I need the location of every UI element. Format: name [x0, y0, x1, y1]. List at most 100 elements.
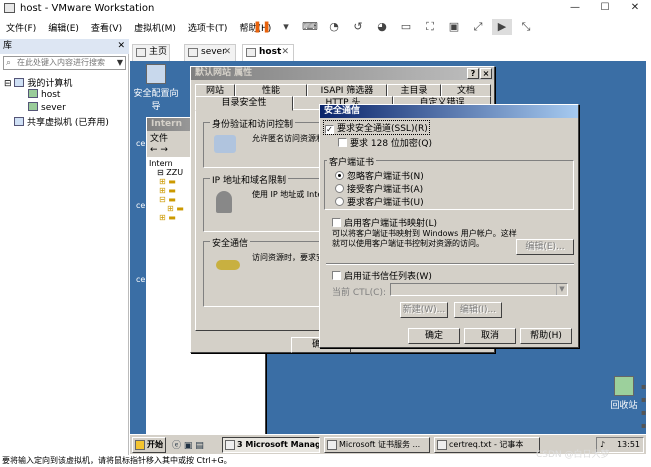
secure-comm-group-label: 安全通信: [210, 236, 251, 249]
pause-icon[interactable]: ❚❚: [252, 19, 272, 35]
radio-require-cert[interactable]: 要求客户端证书(U): [335, 195, 424, 208]
guest-desktop[interactable]: 安全配置向导 cer cer cer 回收站 Intern 文件 ← → Int…: [130, 61, 646, 454]
cancel-button[interactable]: 取消: [464, 328, 516, 344]
radio[interactable]: [335, 184, 344, 193]
vm-icon: [188, 48, 198, 57]
show-desktop-icon[interactable]: ▣: [184, 441, 193, 451]
recycle-bin-shortcut[interactable]: 回收站: [602, 376, 646, 411]
library-title: 库: [3, 41, 13, 51]
help-icon[interactable]: ?: [467, 68, 479, 79]
security-wizard-shortcut[interactable]: 安全配置向导: [130, 64, 182, 112]
watermark: CSDN @白日大梦: [536, 450, 610, 460]
library-close-icon[interactable]: ✕: [117, 39, 125, 54]
start-button[interactable]: 开始: [132, 437, 166, 453]
sound-icon[interactable]: ▪: [641, 419, 651, 432]
tree-item-shared-vms[interactable]: 共享虚拟机 (已弃用): [14, 115, 109, 128]
collapse-icon[interactable]: ⊟: [4, 79, 12, 89]
hdd-icon[interactable]: ▪: [641, 380, 651, 393]
require-128-checkbox[interactable]: 要求 128 位加密(Q): [338, 136, 432, 149]
computer-icon: [14, 78, 25, 87]
taskbar-item-mmc[interactable]: 3 Microsoft Manage...: [222, 437, 320, 453]
usb-icon[interactable]: ▪: [641, 406, 651, 419]
close-icon[interactable]: ✕: [281, 45, 289, 60]
menu-view[interactable]: 查看(V): [85, 21, 128, 34]
edit-mapping-button[interactable]: 编辑(E)...: [516, 239, 574, 255]
tab-sever[interactable]: sever ✕: [184, 44, 236, 61]
ok-button[interactable]: 确定: [408, 328, 460, 344]
chevron-down-icon[interactable]: ▼: [117, 57, 123, 69]
close-icon[interactable]: ✕: [223, 45, 231, 60]
toolbar: ❚❚ ▾ ⌨ ◔ ↺ ◕ ▭ ⛶ ▣ ⤢ ▶ ⤡: [250, 17, 538, 37]
properties-title: 默认网站 属性 ? ×: [191, 67, 494, 80]
ie-icon[interactable]: ⓔ: [172, 441, 181, 451]
library-search-input[interactable]: ⌕ 在此处键入内容进行搜索 ▼: [3, 56, 126, 70]
quick-launch: ⓔ ▣ ▤: [172, 438, 212, 452]
snapshot-icon[interactable]: ◔: [324, 19, 344, 35]
taskbar-item-cert-services[interactable]: Microsoft 证书服务 ...: [324, 437, 430, 453]
radio[interactable]: [335, 197, 344, 206]
library-header: 库 ✕: [0, 39, 129, 54]
unity-icon[interactable]: ▣: [444, 19, 464, 35]
enable-ctl-checkbox[interactable]: 启用证书信任列表(W): [332, 269, 432, 282]
vm-icon: [246, 48, 256, 57]
enable-mapping-checkbox[interactable]: 启用客户端证书映射(L): [332, 216, 437, 229]
vmware-logo-icon: [4, 3, 15, 13]
tab-host[interactable]: host ✕: [242, 44, 294, 61]
close-button[interactable]: ✕: [620, 0, 650, 16]
checkbox-checked[interactable]: ✓: [325, 125, 334, 134]
chevron-down-icon[interactable]: ▼: [556, 284, 567, 295]
checkbox[interactable]: [332, 218, 341, 227]
console-icon[interactable]: ▶: [492, 19, 512, 35]
mmc-icon: [225, 440, 235, 450]
snapshot-revert-icon[interactable]: ↺: [348, 19, 368, 35]
home-icon: [136, 48, 146, 57]
new-ctl-button[interactable]: 新建(W)...: [400, 302, 448, 318]
radio-accept-cert[interactable]: 接受客户端证书(A): [335, 182, 423, 195]
client-cert-group: 客户端证书 忽略客户端证书(N) 接受客户端证书(A) 要求客户端证书(U): [324, 155, 574, 210]
library-panel: 库 ✕ ⌕ 在此处键入内容进行搜索 ▼ ⊟ 我的计算机 host sever 共…: [0, 39, 129, 455]
key-icon: [216, 260, 240, 270]
menu-file[interactable]: 文件(F): [0, 21, 42, 34]
tab-directory-security[interactable]: 目录安全性: [195, 96, 293, 111]
client-cert-group-label: 客户端证书: [327, 155, 377, 168]
shared-vm-icon: [14, 117, 24, 126]
snapshot-manager-icon[interactable]: ◕: [372, 19, 392, 35]
require-ssl-checkbox[interactable]: ✓ 要求安全通道(SSL)(R): [323, 120, 430, 135]
radio-selected[interactable]: [335, 171, 344, 180]
secure-communications-title: 安全通信: [320, 105, 578, 118]
separator: [326, 263, 574, 265]
tree-item-my-computer[interactable]: ⊟ 我的计算机: [4, 76, 72, 89]
explorer-icon[interactable]: ▤: [195, 441, 204, 451]
checkbox[interactable]: [332, 271, 341, 280]
edit-ctl-button[interactable]: 编辑(I)...: [454, 302, 502, 318]
checkbox[interactable]: [338, 138, 347, 147]
view-normal-icon[interactable]: ▭: [396, 19, 416, 35]
dropdown-icon[interactable]: ▾: [276, 19, 296, 35]
security-wizard-icon: [146, 64, 166, 84]
stretch-icon[interactable]: ⤢: [468, 19, 488, 35]
window-title: host - VMware Workstation: [20, 2, 155, 14]
mapping-description: 可以将客户端证书映射到 Windows 用户帐户。这样就可以使用客户端证书控制对…: [332, 229, 517, 248]
taskbar-item-notepad[interactable]: certreq.txt - 记事本: [434, 437, 540, 453]
vm-icon: [28, 89, 38, 98]
menu-vm[interactable]: 虚拟机(M): [128, 21, 182, 34]
help-button[interactable]: 帮助(H): [520, 328, 572, 344]
ctl-select[interactable]: ▼: [390, 283, 568, 296]
maximize-button[interactable]: ☐: [590, 0, 620, 16]
vm-tabs: 主页 sever ✕ host ✕: [130, 44, 651, 61]
status-message: 要将输入定向到该虚拟机，请将鼠标指针移入其中或按 Ctrl+G。: [2, 456, 232, 465]
tree-item-sever[interactable]: sever: [28, 102, 66, 113]
view-options-icon[interactable]: ⤡: [516, 19, 536, 35]
fullscreen-icon[interactable]: ⛶: [420, 19, 440, 35]
secure-communications-dialog[interactable]: 安全通信 ✓ 要求安全通道(SSL)(R) 要求 128 位加密(Q) 客户端证书…: [319, 104, 579, 348]
close-icon[interactable]: ×: [480, 68, 492, 79]
menu-tabs[interactable]: 选项卡(T): [182, 21, 234, 34]
minimize-button[interactable]: —: [560, 0, 590, 16]
tab-home[interactable]: 主页: [132, 44, 170, 61]
mmc-menu-file[interactable]: 文件: [150, 134, 168, 144]
menu-edit[interactable]: 编辑(E): [42, 21, 85, 34]
network-icon[interactable]: ▪: [641, 393, 651, 406]
tree-item-host[interactable]: host: [28, 89, 60, 100]
send-ctrl-alt-del-icon[interactable]: ⌨: [300, 19, 320, 35]
radio-ignore-cert[interactable]: 忽略客户端证书(N): [335, 169, 424, 182]
